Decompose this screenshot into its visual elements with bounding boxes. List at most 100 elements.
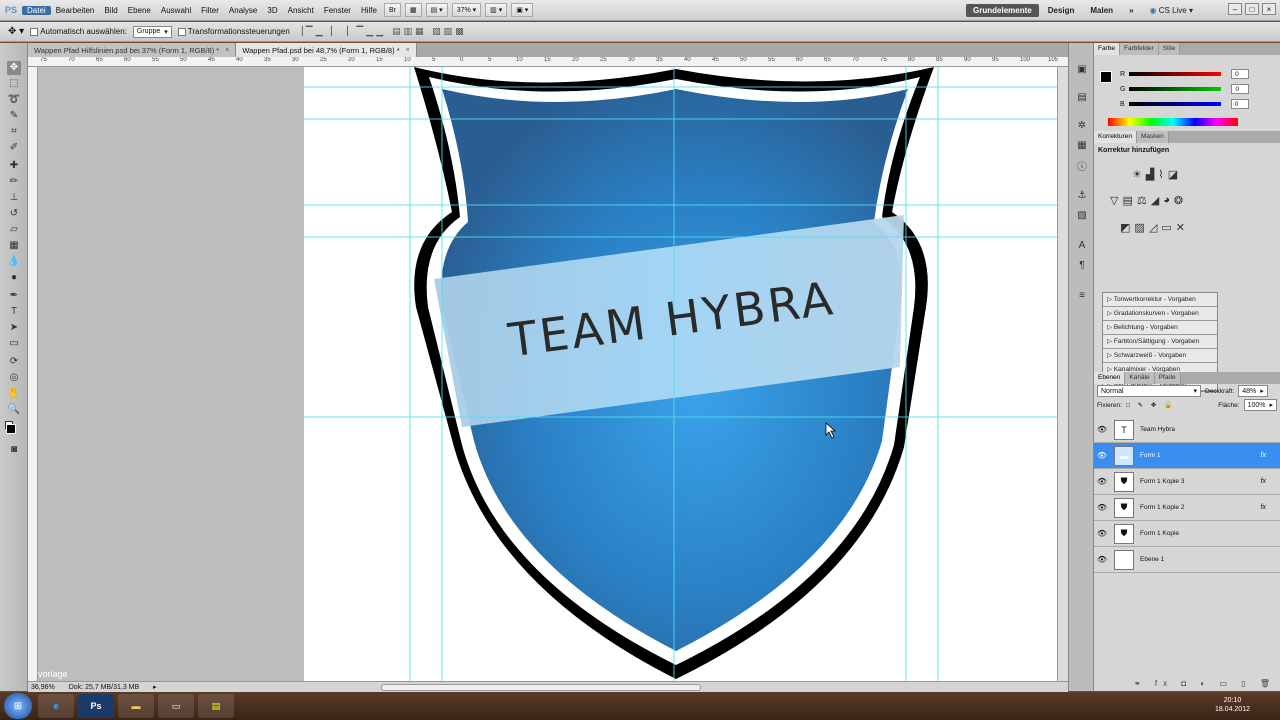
zoom-level-select[interactable]: 37% ▾ xyxy=(452,3,481,17)
color-slider-b[interactable]: B 0 xyxy=(1120,98,1249,110)
visibility-eye-icon[interactable]: 👁 xyxy=(1094,529,1110,538)
system-clock[interactable]: 20:10 18.04.2012 xyxy=(1215,696,1250,714)
canvas-pasteboard[interactable]: TEAM HYBRA vorlage xyxy=(38,67,1068,681)
info-icon[interactable]: ⓘ xyxy=(1075,161,1089,175)
tab-masken[interactable]: Masken xyxy=(1137,131,1169,143)
preset-item[interactable]: ▷ Farbton/Sättigung - Vorgaben xyxy=(1103,335,1217,349)
eraser-tool-icon[interactable]: ▱ xyxy=(7,223,21,237)
horizontal-scrollbar[interactable] xyxy=(381,684,701,691)
vertical-scrollbar[interactable] xyxy=(1057,67,1068,681)
move-tool-icon[interactable]: ✥ xyxy=(7,61,21,75)
tab-wappen-pfad-hilfslinien[interactable]: Wappen Pfad Hilfslinien.psd bei 37% (For… xyxy=(28,43,236,57)
auto-select-checkbox[interactable]: Automatisch auswählen: xyxy=(30,27,127,36)
maximize-icon[interactable]: □ xyxy=(1245,3,1259,15)
fill-input[interactable]: 100%▸ xyxy=(1244,399,1277,411)
menu-item[interactable]: 3D xyxy=(262,6,282,15)
foreground-color-swatch[interactable] xyxy=(6,424,16,434)
visibility-eye-icon[interactable]: 👁 xyxy=(1094,477,1110,486)
channel-value-input[interactable]: 0 xyxy=(1231,99,1249,109)
preset-item[interactable]: ▷ Gradationskurven - Vorgaben xyxy=(1103,307,1217,321)
pen-tool-icon[interactable]: ✒ xyxy=(7,289,21,303)
gradient-map-icon[interactable]: ▭ xyxy=(1161,221,1171,234)
auto-select-dropdown[interactable]: Gruppe▾ xyxy=(133,26,172,38)
menu-item[interactable]: Auswahl xyxy=(156,6,196,15)
cs-live-button[interactable]: ◉ CS Live ▾ xyxy=(1143,4,1200,17)
layer-row[interactable]: 👁TTeam Hybra xyxy=(1094,417,1280,443)
clone-source-icon[interactable]: ⚓ xyxy=(1075,189,1089,203)
invert-icon[interactable]: ◩ xyxy=(1120,221,1130,234)
brush-tool-icon[interactable]: ✏ xyxy=(7,175,21,189)
posterize-icon[interactable]: ▨ xyxy=(1134,221,1144,234)
visibility-eye-icon[interactable]: 👁 xyxy=(1094,555,1110,564)
view-extras-button[interactable]: ▤ ▾ xyxy=(426,3,448,17)
tab-stile[interactable]: Stile xyxy=(1159,43,1181,55)
marquee-tool-icon[interactable]: ⬚ xyxy=(7,77,21,91)
tab-farbfelder[interactable]: Farbfelder xyxy=(1120,43,1159,55)
align-buttons-icon[interactable]: ▕▔▁ ▏▕ ▔▁▁ xyxy=(296,26,386,37)
transform-controls-checkbox[interactable]: Transformationssteuerungen xyxy=(178,27,290,36)
preset-item[interactable]: ▷ Schwarzweiß - Vorgaben xyxy=(1103,349,1217,363)
tab-pfade[interactable]: Pfade xyxy=(1155,372,1181,384)
gradient-tool-icon[interactable]: ▦ xyxy=(7,239,21,253)
brightness-icon[interactable]: ☀ xyxy=(1132,168,1142,181)
menu-item[interactable]: Ebene xyxy=(123,6,156,15)
status-menu-arrow-icon[interactable]: ▸ xyxy=(153,683,157,691)
expand-arrow-icon[interactable]: ▷ xyxy=(1107,338,1114,345)
folder-icon[interactable]: ▬ xyxy=(118,694,154,718)
tab-kanaele[interactable]: Kanäle xyxy=(1125,372,1154,384)
ie-icon[interactable]: e xyxy=(38,694,74,718)
photo-filter-icon[interactable]: ◕ xyxy=(1163,194,1170,207)
hand-tool-icon[interactable]: ✋ xyxy=(7,387,21,401)
curves-icon[interactable]: ⌇ xyxy=(1158,168,1163,181)
menu-item[interactable]: Bild xyxy=(99,6,122,15)
actions-icon[interactable]: ✲ xyxy=(1075,119,1089,133)
slider-track[interactable] xyxy=(1129,72,1221,76)
document-canvas[interactable]: TEAM HYBRA xyxy=(304,67,1058,681)
tab-farbe[interactable]: Farbe xyxy=(1094,43,1120,55)
layer-fx-icon[interactable]: fx xyxy=(1261,452,1266,459)
workspace-grundelemente[interactable]: Grundelemente xyxy=(966,4,1039,17)
hue-saturation-icon[interactable]: ▤ xyxy=(1122,194,1132,207)
menu-item[interactable]: Bearbeiten xyxy=(51,6,100,15)
channel-value-input[interactable]: 0 xyxy=(1231,69,1249,79)
expand-arrow-icon[interactable]: ▷ xyxy=(1107,310,1114,317)
layer-row[interactable]: 👁▬Form 1fx xyxy=(1094,443,1280,469)
properties-icon[interactable]: ≡ xyxy=(1075,289,1089,303)
workspace-more-button[interactable]: » xyxy=(1122,4,1140,17)
blur-tool-icon[interactable]: 💧 xyxy=(7,255,21,269)
foreground-color-box[interactable] xyxy=(1100,71,1112,83)
channel-mixer-icon[interactable]: ❂ xyxy=(1174,194,1183,207)
quick-mask-icon[interactable]: ◙ xyxy=(7,443,21,457)
selective-color-icon[interactable]: ✕ xyxy=(1176,221,1185,234)
threshold-icon[interactable]: ◿ xyxy=(1149,221,1157,234)
workspace-design[interactable]: Design xyxy=(1041,4,1082,17)
crop-tool-icon[interactable]: ⌗ xyxy=(7,125,21,139)
tab-ebenen[interactable]: Ebenen xyxy=(1094,372,1125,384)
preset-item[interactable]: ▷ Tonwertkorrektur - Vorgaben xyxy=(1103,293,1217,307)
vibrance-icon[interactable]: ▽ xyxy=(1110,194,1118,207)
app-icon[interactable]: ▤ xyxy=(198,694,234,718)
color-balance-icon[interactable]: ⚖ xyxy=(1137,194,1147,207)
dodge-tool-icon[interactable]: ● xyxy=(7,271,21,285)
slider-track[interactable] xyxy=(1129,102,1221,106)
layer-fx-icon[interactable]: fx xyxy=(1261,504,1266,511)
shape-tool-icon[interactable]: ▭ xyxy=(7,337,21,351)
explorer-icon[interactable]: ▭ xyxy=(158,694,194,718)
healing-brush-tool-icon[interactable]: ✚ xyxy=(7,159,21,173)
expand-arrow-icon[interactable]: ▷ xyxy=(1107,296,1114,303)
lasso-tool-icon[interactable]: ➰ xyxy=(7,93,21,107)
menu-item[interactable]: Analyse xyxy=(224,6,262,15)
quick-select-tool-icon[interactable]: ✎ xyxy=(7,109,21,123)
opacity-input[interactable]: 48%▸ xyxy=(1238,385,1268,397)
tab-close-icon[interactable]: × xyxy=(225,47,229,54)
menu-item[interactable]: Fenster xyxy=(319,6,356,15)
3d-camera-tool-icon[interactable]: ◎ xyxy=(7,371,21,385)
menu-item[interactable]: Hilfe xyxy=(356,6,382,15)
visibility-eye-icon[interactable]: 👁 xyxy=(1094,425,1110,434)
stamp-tool-icon[interactable]: ⊥ xyxy=(7,191,21,205)
3d-rotate-tool-icon[interactable]: ⟳ xyxy=(7,355,21,369)
history-brush-tool-icon[interactable]: ↺ xyxy=(7,207,21,221)
layer-fx-icon[interactable]: fx xyxy=(1261,478,1266,485)
exposure-icon[interactable]: ◪ xyxy=(1168,168,1178,181)
tab-korrekturen[interactable]: Korrekturen xyxy=(1094,131,1137,143)
